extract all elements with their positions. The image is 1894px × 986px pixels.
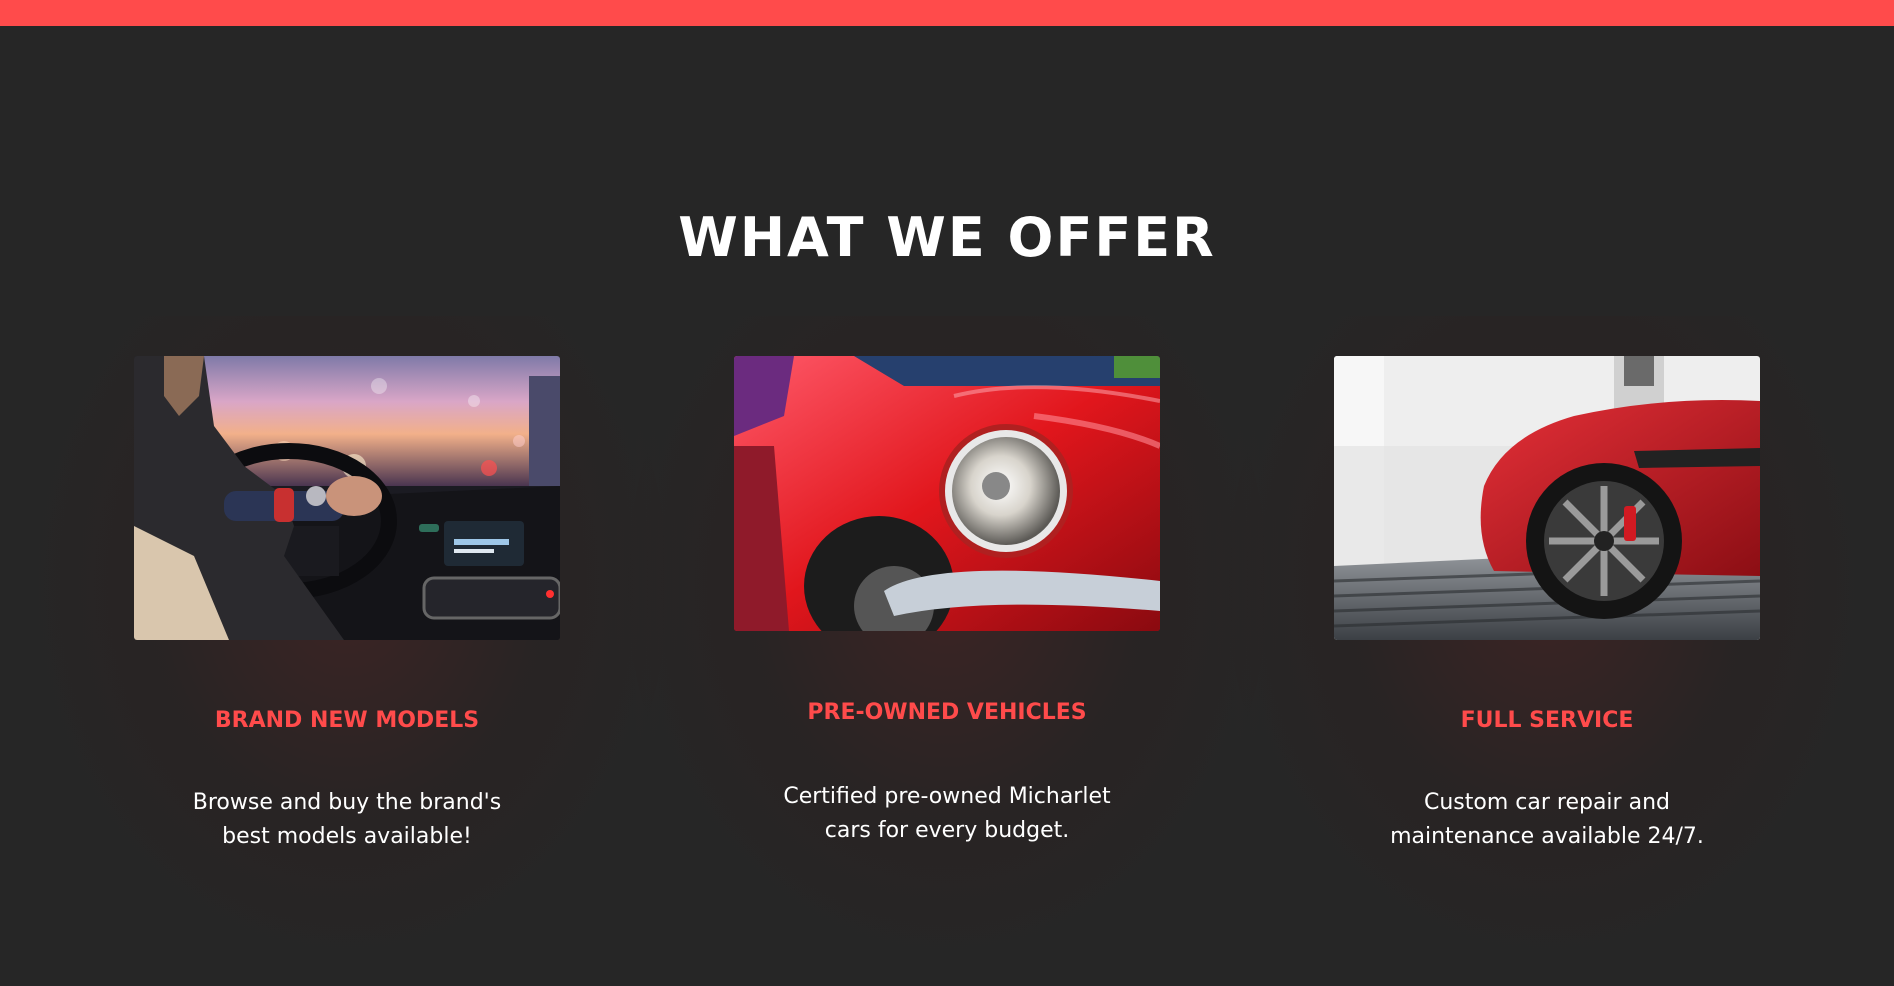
driver-steering-wheel-image[interactable] xyxy=(134,356,560,640)
section-title: WHAT WE OFFER xyxy=(678,206,1216,269)
offer-description: Certified pre-owned Micharlet cars for e… xyxy=(783,784,1111,843)
offer-title: PRE-OWNED VEHICLES xyxy=(807,700,1087,725)
offer-description: Custom car repair and maintenance availa… xyxy=(1390,790,1704,849)
offer-card-full-service: FULL SERVICE Custom car repair and maint… xyxy=(1207,316,1887,986)
offer-card-brand-new: BRAND NEW MODELS Browse and buy the bran… xyxy=(7,316,687,986)
offer-card-pre-owned: PRE-OWNED VEHICLES Certified pre-owned M… xyxy=(607,316,1287,986)
offer-description: Browse and buy the brand's best models a… xyxy=(192,790,502,849)
offers-section: WHAT WE OFFER BRAND NEW MODELS Browse an… xyxy=(0,26,1894,986)
offer-title: FULL SERVICE xyxy=(1460,708,1634,733)
offer-title: BRAND NEW MODELS xyxy=(214,708,480,733)
red-sports-car-wheel-image[interactable] xyxy=(1334,356,1760,640)
top-accent-bar xyxy=(0,0,1894,26)
red-classic-car-image[interactable] xyxy=(734,356,1160,631)
